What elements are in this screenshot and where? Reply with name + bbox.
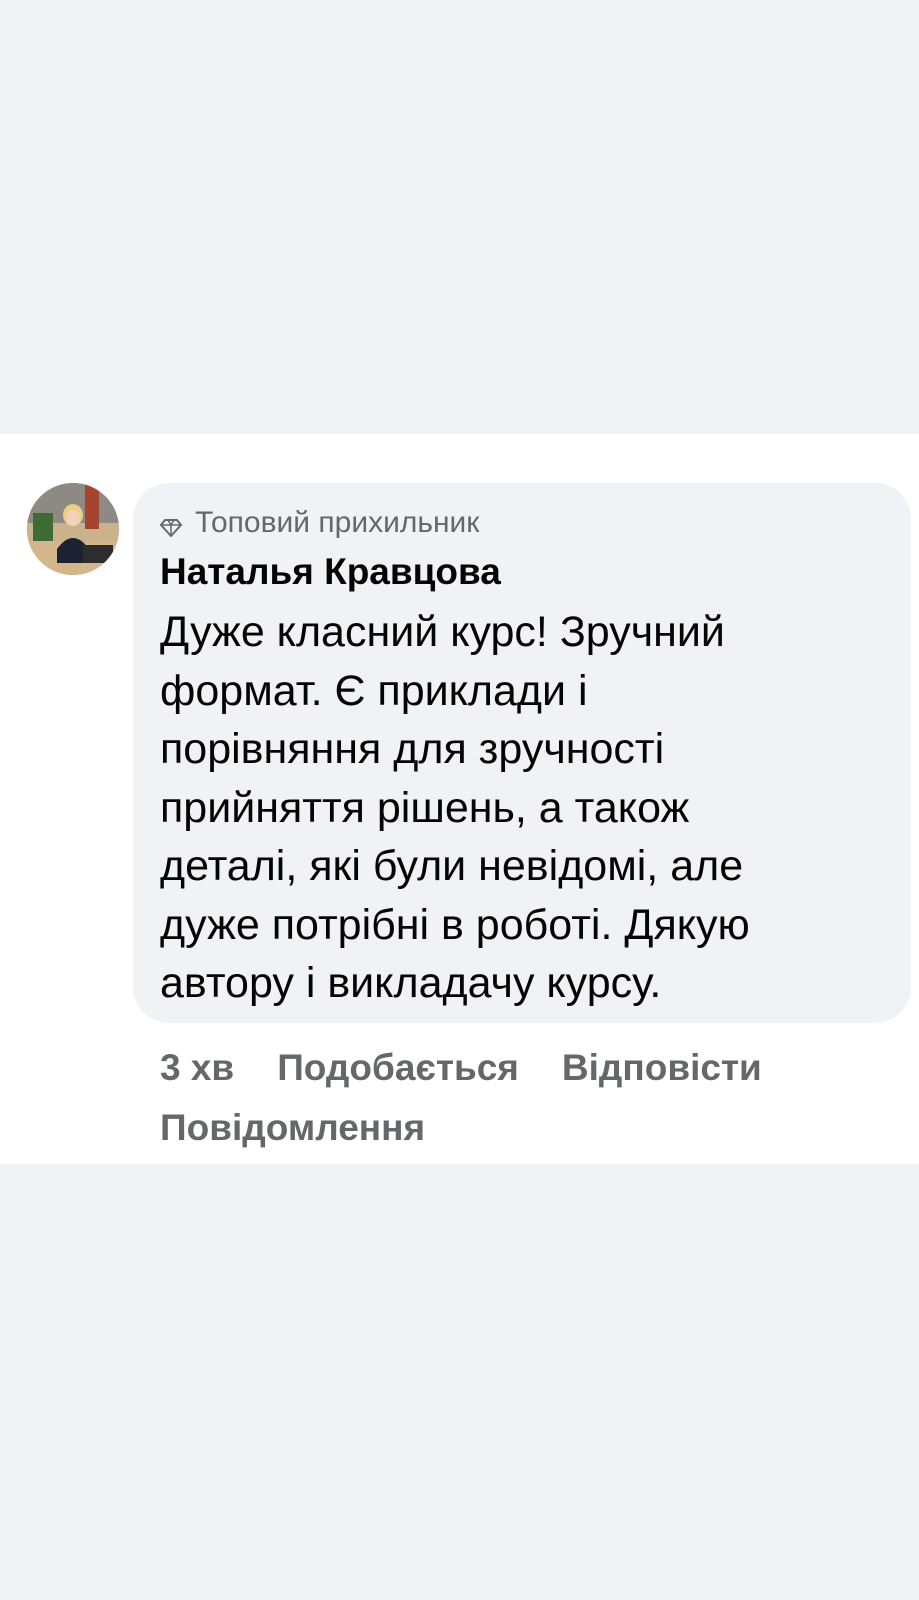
- badge-label: Топовий прихильник: [195, 506, 480, 539]
- like-button[interactable]: Подобається: [277, 1038, 519, 1098]
- feed-background-top: [0, 0, 919, 434]
- comment-timestamp[interactable]: 3 хв: [160, 1038, 234, 1098]
- comment-actions: 3 хв Подобається Відповісти Повідомлення: [160, 1038, 880, 1158]
- top-fan-badge[interactable]: Топовий прихильник: [160, 505, 479, 541]
- comment-author[interactable]: Наталья Кравцова: [160, 549, 501, 595]
- comment-item: Топовий прихильник Наталья Кравцова Дуже…: [0, 434, 919, 1164]
- comment-text: Дуже класний курс! Зручний формат. Є при…: [160, 608, 750, 1007]
- feed-background-bottom: [0, 1164, 919, 1600]
- message-button[interactable]: Повідомлення: [160, 1098, 425, 1158]
- avatar[interactable]: [27, 483, 119, 575]
- reply-button[interactable]: Відповісти: [562, 1038, 762, 1098]
- comment-bubble: Топовий прихильник Наталья Кравцова Дуже…: [133, 483, 911, 1023]
- diamond-icon: [160, 512, 182, 537]
